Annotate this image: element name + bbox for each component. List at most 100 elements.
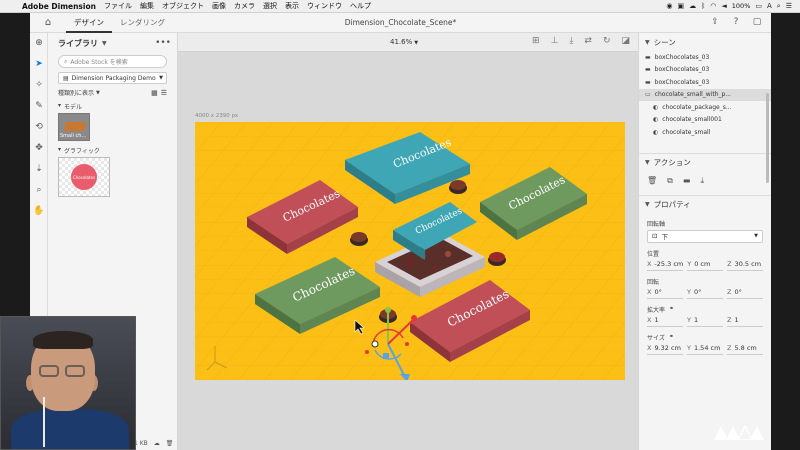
cloud-icon[interactable]: ☁ [689, 2, 696, 10]
menu-window[interactable]: ウィンドウ [307, 1, 342, 11]
zoom-icon[interactable]: ⌕ [30, 180, 48, 201]
menu-edit[interactable]: 編集 [140, 1, 154, 11]
size-x-field[interactable]: X 9.32 cm [647, 344, 683, 355]
scene-scrollbar[interactable] [766, 93, 769, 183]
trash-icon[interactable]: 🗑 [166, 440, 174, 447]
model-thumbnail[interactable]: Small ch... [58, 113, 90, 141]
pivot-select[interactable]: ⊡ 下 ▼ [647, 229, 763, 243]
view-by-type-select[interactable]: 種類別に表示 [58, 88, 94, 97]
size-y-field[interactable]: Y 1.54 cm [687, 344, 723, 355]
export-icon[interactable]: ⤓ [700, 176, 704, 186]
list-view-icon[interactable]: ☰ [161, 89, 167, 97]
control-center-icon[interactable]: ☰ [786, 2, 792, 10]
frame-icon[interactable]: ⊞ [532, 36, 540, 46]
link-icon[interactable]: ⚭ [669, 333, 674, 342]
move-to-ground-icon[interactable]: ⤓ [569, 36, 573, 46]
rotation-z-field[interactable]: Z 0° [727, 288, 763, 299]
menu-object[interactable]: オブジェクト [162, 1, 204, 11]
share-icon[interactable]: ⇪ [709, 16, 721, 28]
duplicate-icon[interactable]: ⧉ [667, 176, 673, 186]
pan-icon[interactable]: ✥ [30, 138, 48, 159]
scene-item-selected[interactable]: ▭ chocolate_small_with_p... [639, 88, 771, 101]
chocolate-tin[interactable] [488, 252, 506, 266]
sample-tool-icon[interactable]: ✎ [30, 96, 48, 117]
input-source-icon[interactable]: A [767, 2, 772, 10]
flip-icon[interactable]: ⇄ [584, 36, 592, 46]
chocolate-tin[interactable] [350, 232, 368, 246]
menu-file[interactable]: ファイル [104, 1, 132, 11]
spotlight-icon[interactable]: ⌕ [777, 2, 781, 11]
cloud-icon[interactable]: ☁ [154, 440, 160, 447]
axis-z: Z [727, 315, 732, 324]
position-x-field[interactable]: X -25.3 cm [647, 260, 684, 271]
dolly-icon[interactable]: ⇣ [30, 159, 48, 180]
channel-logo [714, 426, 764, 440]
viewport[interactable]: 41.6% ▼ ⊞ ⊥ ⤓ ⇄ ↻ ◪ 4000 x 2390 px Chocol [178, 33, 638, 450]
scene-header[interactable]: ▼ シーン [639, 33, 771, 51]
magic-wand-icon[interactable]: ✧ [30, 75, 48, 96]
menu-view[interactable]: 表示 [285, 1, 299, 11]
camera-icon[interactable]: ▣ [677, 2, 684, 10]
menu-camera[interactable]: カメラ [234, 1, 255, 11]
menu-image[interactable]: 画像 [212, 1, 226, 11]
notifications-icon[interactable]: ▢ [751, 16, 763, 28]
scene-item[interactable]: ▬ boxChocolates_03 [639, 76, 771, 89]
scale-y-field[interactable]: Y1 [687, 316, 723, 327]
scale-x-field[interactable]: X1 [647, 316, 683, 327]
tab-render[interactable]: レンダリング [112, 13, 173, 33]
chevron-down-icon[interactable]: ▾ [58, 146, 61, 155]
group-icon[interactable]: ▬ [683, 176, 691, 186]
orbit-icon[interactable]: ⟲ [30, 117, 48, 138]
actions-header[interactable]: ▼ アクション [639, 152, 771, 171]
rotation-x-field[interactable]: X 0° [647, 288, 683, 299]
delete-icon[interactable]: 🗑 [647, 176, 657, 186]
menu-select[interactable]: 選択 [263, 1, 277, 11]
chevron-down-icon[interactable]: ▾ [58, 102, 61, 111]
size-y-value: 1.54 cm [693, 343, 721, 352]
menu-help[interactable]: ヘルプ [350, 1, 371, 11]
rotate-icon[interactable]: ↻ [603, 36, 611, 46]
zoom-select[interactable]: 41.6% ▼ [390, 38, 418, 46]
properties-header[interactable]: ▼ プロパティ [639, 194, 771, 213]
scale-z-field[interactable]: Z1 [727, 316, 763, 327]
model-preview [64, 122, 86, 131]
library-icon: ▤ [63, 74, 69, 82]
rotation-y-field[interactable]: Y 0° [687, 288, 723, 299]
library-select[interactable]: ▤ Dimension Packaging Demo ▼ [58, 72, 167, 84]
app-menu[interactable]: Adobe Dimension [22, 2, 96, 11]
position-y-field[interactable]: Y0 cm [687, 260, 724, 271]
more-icon[interactable]: ••• [155, 38, 171, 48]
help-icon[interactable]: ? [730, 16, 742, 28]
grid-view-icon[interactable]: ▦ [151, 89, 158, 97]
pivot-label: 回転軸 [647, 220, 666, 228]
bluetooth-icon[interactable]: ᛒ [701, 2, 705, 10]
scene-item[interactable]: ◐ chocolate_small [639, 126, 771, 139]
home-icon[interactable]: ⌂ [30, 17, 66, 28]
record-icon[interactable]: ◉ [666, 2, 672, 10]
select-tool-icon[interactable]: ➤ [30, 54, 48, 75]
library-select-value: Dimension Packaging Demo [71, 74, 156, 82]
render-preview-icon[interactable]: ◪ [621, 36, 630, 46]
graphic-thumbnail[interactable]: Chocolates [58, 157, 110, 197]
wifi-icon[interactable]: ◠ [710, 2, 716, 10]
scene-canvas[interactable]: Chocolates Chocolates Chocolates Chocola… [195, 122, 625, 380]
hand-icon[interactable]: ✋ [30, 201, 48, 222]
scene-item[interactable]: ◐ chocolate_small001 [639, 114, 771, 127]
chevron-down-icon[interactable]: ▼ [102, 40, 107, 47]
scene-item[interactable]: ◐ chocolate_package_s... [639, 101, 771, 114]
battery-icon[interactable]: ▭ [755, 2, 762, 10]
scene-item[interactable]: ▬ boxChocolates_03 [639, 51, 771, 64]
scene-item-label: chocolate_small [662, 128, 711, 136]
chocolate-tin[interactable] [449, 180, 467, 194]
stock-search-input[interactable]: ⌕ Adobe Stock を検索 [58, 55, 167, 68]
volume-icon[interactable]: ◄ [721, 2, 726, 10]
tab-design[interactable]: デザイン [66, 13, 112, 33]
position-z-field[interactable]: Z 30.5 cm [727, 260, 763, 271]
add-icon[interactable]: ⊕ [30, 33, 48, 54]
scene-item[interactable]: ▬ boxChocolates_03 [639, 64, 771, 77]
size-z-field[interactable]: Z 5.8 cm [727, 344, 763, 355]
link-icon[interactable]: ⚭ [669, 305, 674, 314]
earphone-cord [43, 397, 45, 447]
align-icon[interactable]: ⊥ [551, 36, 559, 46]
scene-item-label: chocolate_small001 [662, 116, 722, 124]
